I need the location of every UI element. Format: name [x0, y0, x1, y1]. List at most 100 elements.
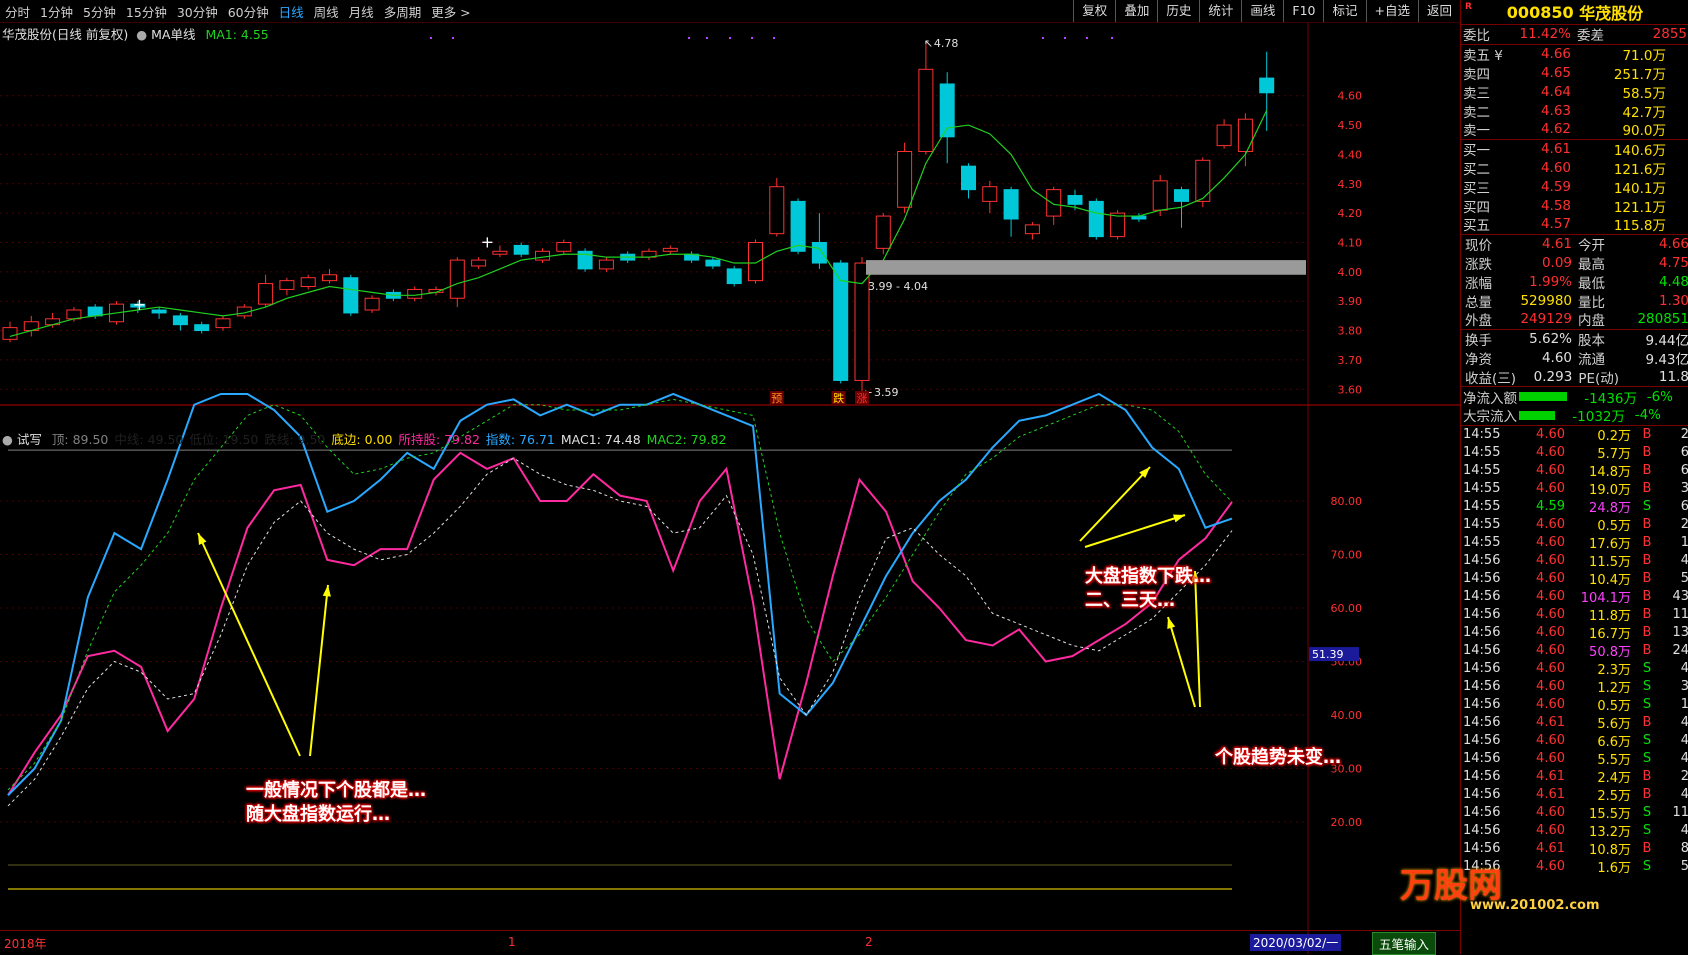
indicator-name[interactable]: MA单线 [151, 27, 195, 42]
period-tab[interactable]: 60分钟 [223, 2, 274, 21]
tick-row[interactable]: 14:56 4.61 5.6万 B 4 [1461, 714, 1688, 732]
tick-price: 4.61 [1536, 841, 1565, 857]
period-tab[interactable]: 5分钟 [78, 2, 121, 21]
tick-volume: 5.5万 [1597, 753, 1631, 769]
tick-row[interactable]: 14:56 4.60 16.7万 B 13 [1461, 624, 1688, 642]
tick-row[interactable]: 14:56 4.60 10.4万 B 5 [1461, 570, 1688, 588]
toolbar-button[interactable]: F10 [1283, 0, 1323, 22]
tick-count: 4 [1680, 733, 1688, 749]
indicator-toggle-icon[interactable]: ● [136, 27, 147, 42]
tick-volume: 2.5万 [1597, 789, 1631, 805]
tick-row[interactable]: 14:56 4.60 5.5万 S 4 [1461, 750, 1688, 768]
sub-chart-name[interactable]: 试写 [17, 432, 42, 447]
tick-time: 14:56 [1463, 733, 1501, 749]
toolbar-button[interactable]: 叠加 [1115, 0, 1157, 22]
time-axis-mark1: 1 [508, 935, 516, 949]
tick-volume: 1.2万 [1597, 681, 1631, 697]
tick-row[interactable]: 14:56 4.60 104.1万 B 43 [1461, 588, 1688, 606]
candle-body [151, 309, 167, 314]
candle-body [769, 186, 785, 235]
tick-row[interactable]: 14:56 4.60 6.6万 S 4 [1461, 732, 1688, 750]
tick-count: 24 [1672, 643, 1688, 659]
stat-value: 1.30 [1658, 292, 1688, 309]
low-price-marker: 3.59 [874, 386, 899, 399]
ma-value-label: MA1: 4.55 [205, 27, 269, 42]
tick-volume: 1.6万 [1597, 861, 1631, 877]
tick-row[interactable]: 14:55 4.60 5.7万 B 6 [1461, 444, 1688, 462]
stat-label: 涨跌 [1465, 256, 1492, 273]
fund-flows: 净流入额 -1436万 -6% 大宗流入 -1032万 -4% [1461, 387, 1688, 426]
candle-body [1259, 77, 1275, 94]
toolbar-button[interactable]: 返回 [1417, 0, 1460, 22]
toolbar-button[interactable]: 复权 [1073, 0, 1115, 22]
price-tick-label: 4.10 [1338, 236, 1363, 249]
tick-row[interactable]: 14:56 4.60 11.5万 B 4 [1461, 552, 1688, 570]
quote-panel: R 000850 华茂股份 委比 11.42% 委差 2855 卖五 ¥4.66… [1460, 0, 1688, 954]
annotation-arrow [309, 584, 329, 757]
period-tab[interactable]: 15分钟 [121, 2, 172, 21]
wubi-input-button[interactable]: 五笔输入 [1372, 932, 1437, 955]
candle-body [66, 309, 82, 320]
tick-row[interactable]: 14:55 4.60 0.2万 B 2 [1461, 426, 1688, 444]
toolbar-button[interactable]: 标记 [1323, 0, 1365, 22]
tick-row[interactable]: 14:56 4.61 2.4万 B 2 [1461, 768, 1688, 786]
tick-row[interactable]: 14:55 4.60 0.5万 B 2 [1461, 516, 1688, 534]
bid-row: 买一 4.61 140.6万 [1461, 140, 1688, 159]
stat-value: 529980 [1520, 292, 1573, 309]
toolbar-button[interactable]: +自选 [1365, 0, 1418, 22]
sub-tick-label: 70.00 [1331, 549, 1363, 562]
period-tab[interactable]: 30分钟 [172, 2, 223, 21]
series-line-1 [7, 392, 1233, 796]
period-tab[interactable]: 周线 [309, 2, 344, 21]
marker-dot [751, 37, 753, 39]
signal-label: 涨 [857, 392, 868, 405]
period-tab[interactable]: 更多 > [426, 2, 475, 21]
tick-volume: 10.8万 [1589, 843, 1631, 859]
tick-row[interactable]: 14:56 4.60 1.2万 S 3 [1461, 678, 1688, 696]
tick-row[interactable]: 14:55 4.60 17.6万 B 1 [1461, 534, 1688, 552]
tick-row[interactable]: 14:55 4.60 14.8万 B 6 [1461, 462, 1688, 480]
stat-label: 外盘 [1465, 313, 1492, 330]
tick-direction: S [1642, 679, 1652, 695]
period-tab[interactable]: 多周期 [379, 2, 427, 21]
tick-row[interactable]: 14:56 4.61 2.5万 B 4 [1461, 786, 1688, 804]
tick-row[interactable]: 14:55 4.59 24.8万 S 6 [1461, 498, 1688, 516]
tick-price: 4.60 [1536, 427, 1565, 443]
tick-count: 5 [1680, 571, 1688, 587]
tick-direction: S [1642, 823, 1652, 839]
tick-row[interactable]: 14:55 4.60 19.0万 B 3 [1461, 480, 1688, 498]
tick-row[interactable]: 14:56 4.60 50.8万 B 24 [1461, 642, 1688, 660]
toolbar-button[interactable]: 统计 [1199, 0, 1241, 22]
toolbar-button[interactable]: 历史 [1157, 0, 1199, 22]
tick-price: 4.60 [1536, 751, 1565, 767]
tick-row[interactable]: 14:56 4.61 10.8万 B 8 [1461, 840, 1688, 858]
period-tab[interactable]: 日线 [274, 2, 309, 21]
tick-row[interactable]: 14:56 4.60 13.2万 S 4 [1461, 822, 1688, 840]
callout-right-bottom-text: 个股趋势未变… [1215, 747, 1341, 768]
sub-chart-toggle-icon[interactable]: ● [2, 432, 13, 447]
ask-volume: 71.0万 [1622, 48, 1666, 65]
stat-label: 现价 [1465, 238, 1492, 255]
tick-price: 4.60 [1536, 607, 1565, 623]
period-tab[interactable]: 1分钟 [35, 2, 78, 21]
ask-row: 卖二 4.63 42.7万 [1461, 101, 1688, 121]
sub-legend-item: 低位: 19.50 [189, 432, 259, 447]
tick-direction: B [1642, 445, 1652, 461]
price-tick-label: 3.90 [1338, 295, 1363, 308]
stock-header[interactable]: R 000850 华茂股份 [1461, 0, 1688, 25]
tick-row[interactable]: 14:56 4.60 15.5万 S 11 [1461, 804, 1688, 822]
period-tab[interactable]: 月线 [344, 2, 379, 21]
tick-count: 4 [1680, 823, 1688, 839]
toolbar-button[interactable]: 画线 [1241, 0, 1283, 22]
tick-row[interactable]: 14:56 4.60 0.5万 S 1 [1461, 696, 1688, 714]
stat-row: 净资 4.60 流通 9.43亿 [1461, 349, 1688, 368]
chart-canvas[interactable]: 4.60 4.50 4.40 4.30 4.20 4.10 4.00 3.90 3.80 3.70… [0, 23, 1460, 954]
tick-row[interactable]: 14:56 4.60 2.3万 S 4 [1461, 660, 1688, 678]
bid-price: 4.61 [1540, 141, 1571, 158]
tick-row[interactable]: 14:56 4.60 11.8万 B 11 [1461, 606, 1688, 624]
period-tab[interactable]: 分时 [0, 2, 35, 21]
candle-body [1195, 159, 1211, 202]
tick-list[interactable]: 14:55 4.60 0.2万 B 2 14:55 4.60 5.7万 B 6 14:55 4.60 1… [1461, 426, 1688, 876]
tick-volume: 0.5万 [1597, 519, 1631, 535]
candle-body [194, 324, 210, 332]
